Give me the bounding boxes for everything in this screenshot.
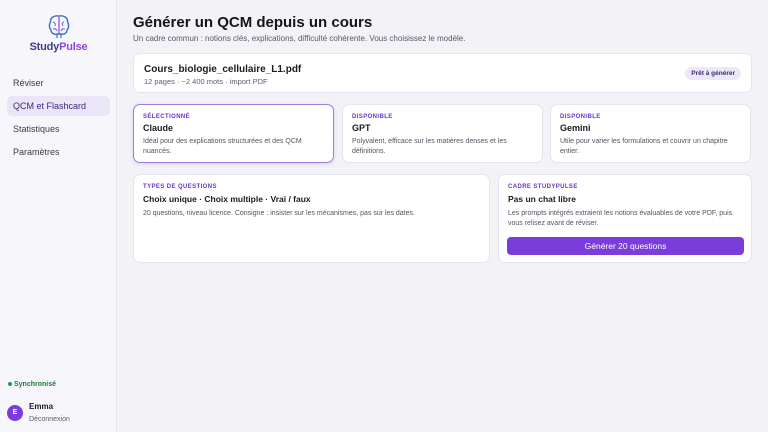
model-card-gemini[interactable]: DISPONIBLE Gemini Utile pour varier les …: [550, 104, 751, 163]
framework-text: Les prompts intégrés extraient les notio…: [508, 210, 733, 227]
sidebar-item-qcm-flashcard[interactable]: QCM et Flashcard: [7, 96, 110, 116]
file-card[interactable]: Cours_biologie_cellulaire_L1.pdf 12 page…: [133, 53, 752, 93]
model-tag: DISPONIBLE: [352, 114, 393, 120]
framework-panel: CADRE STUDYPULSE Pas un chat libre Les p…: [498, 174, 752, 263]
avatar[interactable]: E: [7, 405, 23, 421]
status-dot-icon: [8, 382, 12, 387]
model-description: Idéal pour des explications structurées …: [143, 138, 302, 155]
sidebar-item-parametres[interactable]: Paramètres: [7, 142, 110, 162]
question-types-title: Choix unique · Choix multiple · Vrai / f…: [143, 194, 311, 204]
sync-status-label: Synchronisé: [14, 381, 57, 388]
model-description: Utile pour varier les formulations et co…: [560, 138, 728, 155]
generate-button[interactable]: Générer 20 questions: [507, 237, 744, 255]
app-name: StudyPulse: [29, 41, 88, 53]
model-tag: DISPONIBLE: [560, 114, 601, 120]
file-name: Cours_biologie_cellulaire_L1.pdf: [144, 64, 302, 75]
user-profile: E Emma Déconnexion: [7, 402, 70, 423]
page-subtitle: Un cadre commun : notions clés, explicat…: [133, 34, 466, 43]
user-name: Emma: [29, 402, 54, 411]
panel-tag: TYPES DE QUESTIONS: [143, 184, 217, 190]
model-card-claude[interactable]: SÉLECTIONNÉ Claude Idéal pour des explic…: [133, 104, 334, 163]
framework-title: Pas un chat libre: [508, 194, 577, 204]
model-tag: SÉLECTIONNÉ: [143, 114, 191, 120]
sidebar-nav: Réviser QCM et Flashcard Statistiques Pa…: [7, 73, 110, 165]
logout-link[interactable]: Déconnexion: [29, 416, 70, 423]
status-badge: Prêt à générer: [685, 67, 741, 80]
brain-icon: [48, 15, 69, 38]
sidebar: StudyPulse Réviser QCM et Flashcard Stat…: [0, 0, 117, 432]
model-card-gpt[interactable]: DISPONIBLE GPT Polyvalent, efficace sur …: [342, 104, 543, 163]
sync-status: Synchronisé: [8, 381, 56, 388]
page-title: Générer un QCM depuis un cours: [133, 14, 373, 31]
model-name: Gemini: [560, 123, 591, 133]
question-types-panel: TYPES DE QUESTIONS Choix unique · Choix …: [133, 174, 490, 263]
panel-tag: CADRE STUDYPULSE: [508, 184, 578, 190]
model-name: Claude: [143, 123, 174, 133]
model-name: GPT: [352, 123, 371, 133]
file-meta: 12 pages · ~2 400 mots · import PDF: [144, 77, 268, 86]
sidebar-item-reviser[interactable]: Réviser: [7, 73, 110, 93]
sidebar-item-statistiques[interactable]: Statistiques: [7, 119, 110, 139]
model-description: Polyvalent, efficace sur les matières de…: [352, 138, 507, 155]
app-logo[interactable]: StudyPulse: [0, 14, 117, 53]
question-types-text: 20 questions, niveau licence. Consigne :…: [143, 210, 415, 217]
